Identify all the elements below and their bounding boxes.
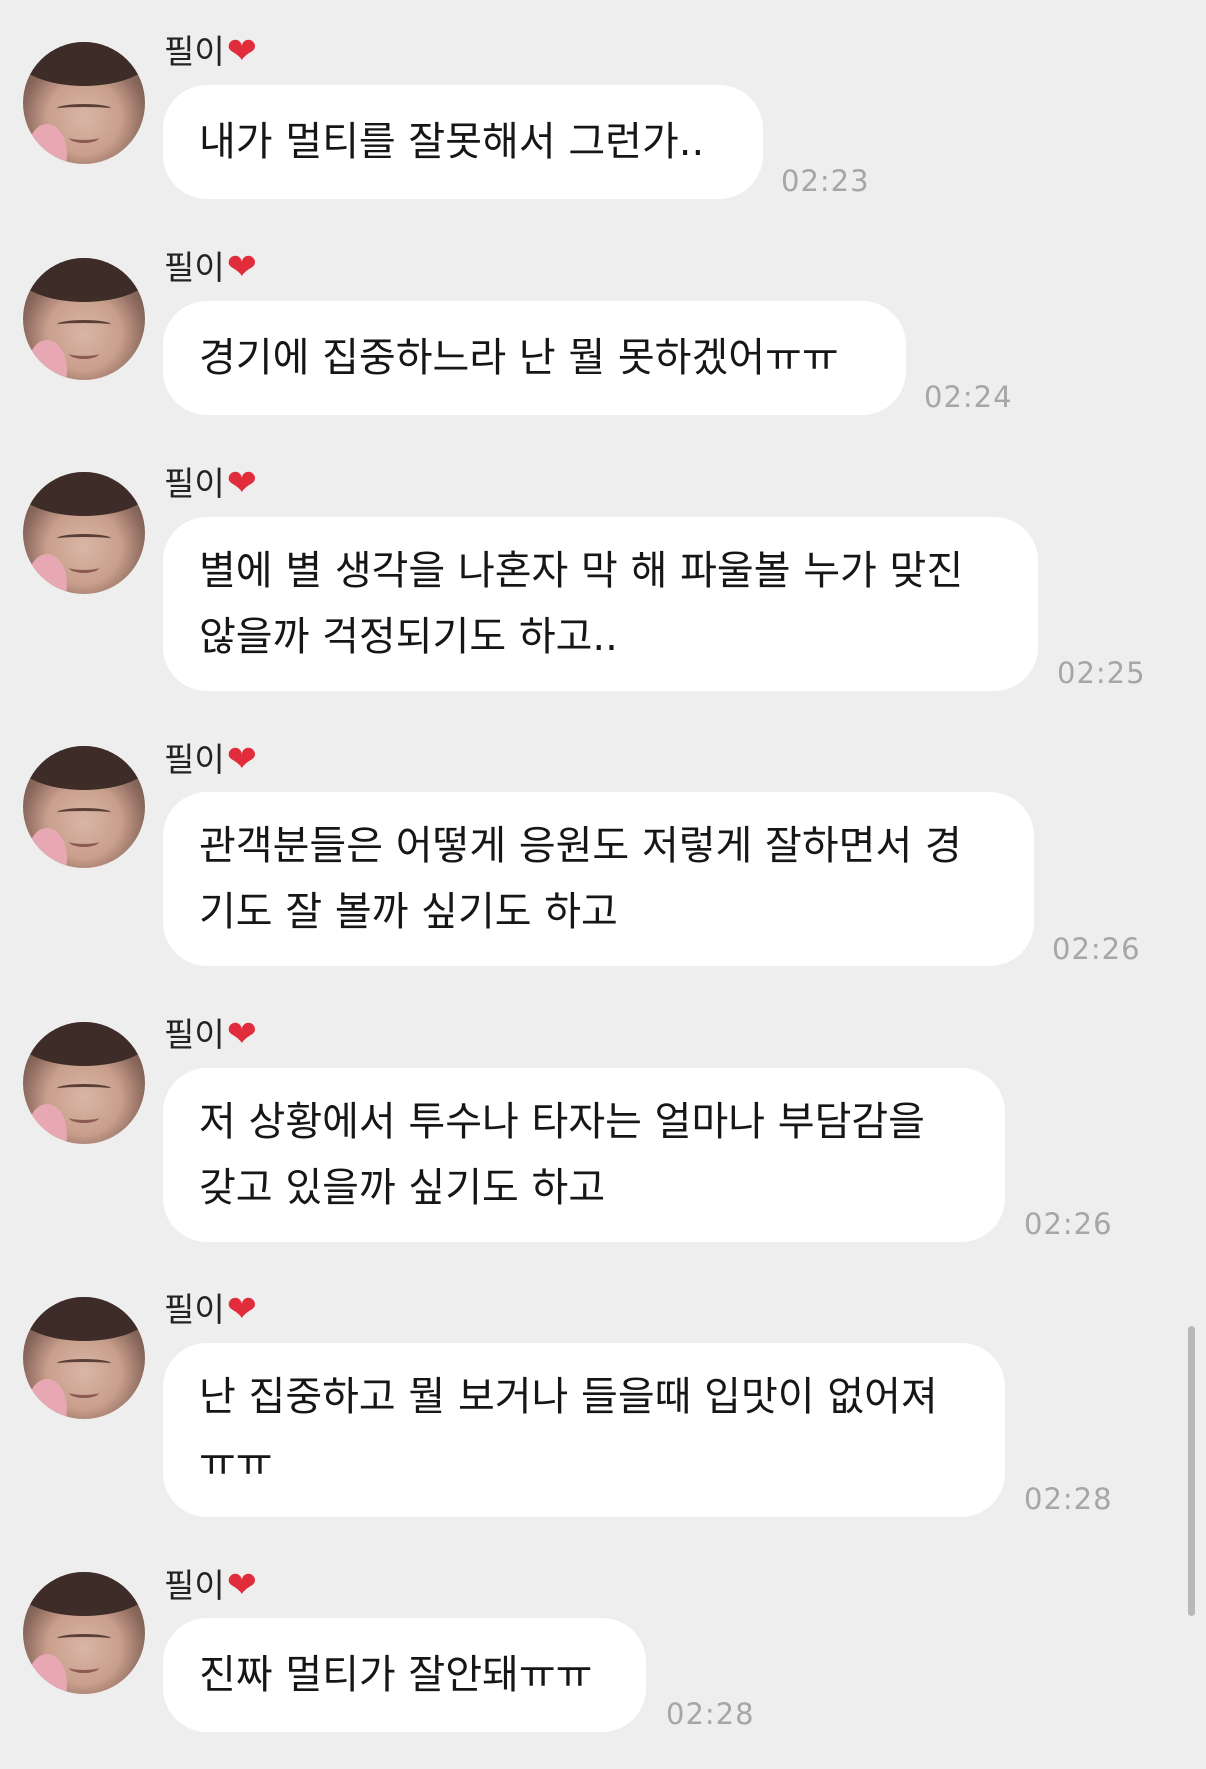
- sender-name: 필이: [164, 1290, 225, 1329]
- message-timestamp: 02:24: [924, 380, 1013, 414]
- sender-name-row: 필이 ❤: [164, 460, 257, 508]
- avatar-collar: [27, 1654, 67, 1694]
- red-heart-icon: ❤: [226, 1289, 257, 1330]
- avatar[interactable]: [23, 42, 145, 164]
- sender-name-row: 필이 ❤: [164, 244, 257, 292]
- message-bubble[interactable]: 난 집중하고 뭘 보거나 들을때 입맛이 없어져 ㅠㅠ: [163, 1343, 1005, 1517]
- sender-name: 필이: [164, 1566, 225, 1605]
- sender-name-row: 필이 ❤: [164, 736, 257, 784]
- avatar[interactable]: [23, 1572, 145, 1694]
- avatar-eyes: [57, 1084, 111, 1093]
- sender-name-row: 필이 ❤: [164, 1011, 257, 1059]
- red-heart-icon: ❤: [226, 739, 257, 780]
- avatar-mouth: [69, 132, 99, 143]
- message-bubble[interactable]: 저 상황에서 투수나 타자는 얼마나 부담감을 갖고 있을까 싶기도 하고: [163, 1068, 1005, 1242]
- message-bubble[interactable]: 관객분들은 어떻게 응원도 저렇게 잘하면서 경 기도 잘 볼까 싶기도 하고: [163, 792, 1034, 966]
- sender-name: 필이: [164, 740, 225, 779]
- sender-name-row: 필이 ❤: [164, 1286, 257, 1334]
- message-bubble[interactable]: 별에 별 생각을 나혼자 막 해 파울볼 누가 맞진 않을까 걱정되기도 하고.…: [163, 517, 1038, 691]
- sender-name-row: 필이 ❤: [164, 28, 257, 76]
- avatar-collar: [27, 1379, 67, 1419]
- avatar-hair: [23, 258, 145, 302]
- avatar-mouth: [69, 562, 99, 573]
- avatar-eyes: [57, 534, 111, 543]
- avatar-eyes: [57, 1359, 111, 1368]
- avatar-collar: [27, 554, 67, 594]
- sender-name: 필이: [164, 464, 225, 503]
- message-timestamp: 02:28: [1024, 1482, 1113, 1516]
- red-heart-icon: ❤: [226, 463, 257, 504]
- avatar-mouth: [69, 1662, 99, 1673]
- avatar-hair: [23, 746, 145, 790]
- red-heart-icon: ❤: [226, 1565, 257, 1606]
- avatar-hair: [23, 1297, 145, 1341]
- avatar-mouth: [69, 1112, 99, 1123]
- avatar-mouth: [69, 348, 99, 359]
- avatar-hair: [23, 42, 145, 86]
- avatar[interactable]: [23, 746, 145, 868]
- avatar-collar: [27, 1104, 67, 1144]
- red-heart-icon: ❤: [226, 1014, 257, 1055]
- avatar-hair: [23, 1572, 145, 1616]
- avatar-eyes: [57, 1634, 111, 1643]
- message-bubble[interactable]: 내가 멀티를 잘못해서 그런가..: [163, 85, 763, 199]
- message-bubble[interactable]: 경기에 집중하느라 난 뭘 못하겠어ㅠㅠ: [163, 301, 906, 415]
- message-timestamp: 02:28: [666, 1697, 755, 1731]
- avatar-collar: [27, 124, 67, 164]
- message-timestamp: 02:26: [1024, 1207, 1113, 1241]
- sender-name-row: 필이 ❤: [164, 1562, 257, 1610]
- avatar[interactable]: [23, 258, 145, 380]
- message-timestamp: 02:23: [781, 164, 870, 198]
- scrollbar[interactable]: [1188, 1326, 1195, 1616]
- sender-name: 필이: [164, 248, 225, 287]
- avatar-eyes: [57, 104, 111, 113]
- avatar-collar: [27, 340, 67, 380]
- message-timestamp: 02:25: [1057, 656, 1146, 690]
- avatar-hair: [23, 1022, 145, 1066]
- avatar-hair: [23, 472, 145, 516]
- avatar-mouth: [69, 836, 99, 847]
- avatar-mouth: [69, 1387, 99, 1398]
- avatar-collar: [27, 828, 67, 868]
- message-timestamp: 02:26: [1052, 932, 1141, 966]
- avatar-eyes: [57, 808, 111, 817]
- avatar[interactable]: [23, 472, 145, 594]
- sender-name: 필이: [164, 1015, 225, 1054]
- avatar[interactable]: [23, 1297, 145, 1419]
- red-heart-icon: ❤: [226, 31, 257, 72]
- avatar[interactable]: [23, 1022, 145, 1144]
- sender-name: 필이: [164, 32, 225, 71]
- red-heart-icon: ❤: [226, 247, 257, 288]
- message-bubble[interactable]: 진짜 멀티가 잘안돼ㅠㅠ: [163, 1618, 646, 1732]
- avatar-eyes: [57, 320, 111, 329]
